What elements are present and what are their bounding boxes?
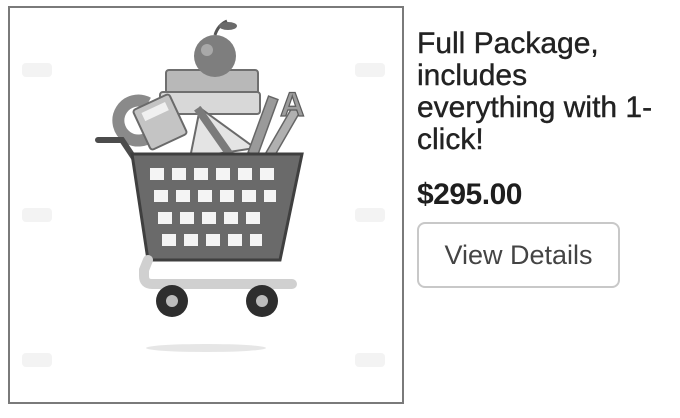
product-price: $295.00 <box>417 178 522 211</box>
view-details-button[interactable]: View Details <box>417 222 620 288</box>
product-info: Full Package, includes everything with 1… <box>417 27 667 288</box>
svg-text:A: A <box>280 86 305 124</box>
product-title[interactable]: Full Package, includes everything with 1… <box>417 27 667 156</box>
shopping-cart-icon: A <box>22 19 385 367</box>
product-image-link[interactable]: A <box>8 6 404 404</box>
product-card: A Full Package, includes everything with… <box>0 0 680 418</box>
